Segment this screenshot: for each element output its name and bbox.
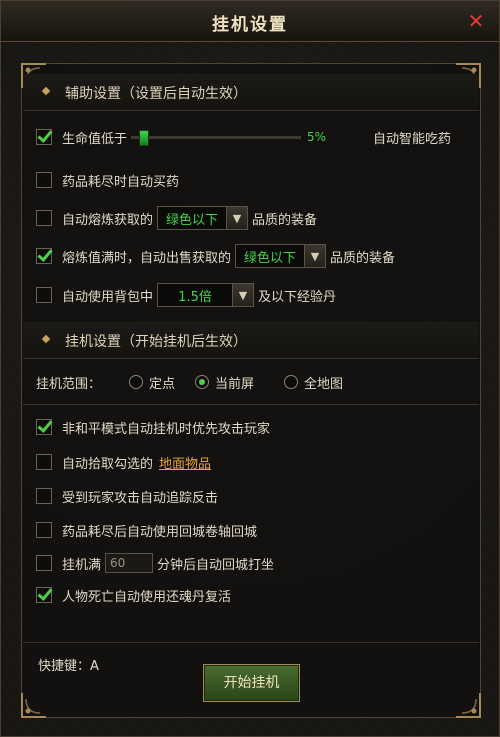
diamond-bullet-icon bbox=[41, 334, 51, 344]
settings-panel: 辅助设置（设置后自动生效） 生命值低于 5% 自动智能吃药 药品耗尽时自动买药 … bbox=[21, 63, 481, 718]
slider-thumb[interactable] bbox=[139, 130, 150, 146]
auto-revive-row: 人物死亡自动使用还魂丹复活 bbox=[36, 583, 231, 607]
idle-section-header: 挂机设置（开始挂机后生效） bbox=[23, 322, 479, 359]
auto-pickup-checkbox[interactable] bbox=[36, 454, 52, 470]
idle-minutes-input[interactable]: 60 bbox=[105, 553, 154, 573]
range-radio-map[interactable] bbox=[284, 375, 299, 389]
auto-sell-checkbox[interactable] bbox=[36, 248, 52, 264]
slider-track bbox=[131, 136, 302, 139]
range-option-map[interactable]: 全地图 bbox=[304, 373, 343, 392]
sell-quality-dropdown[interactable]: 绿色以下 ▼ bbox=[235, 244, 327, 268]
counter-attack-checkbox[interactable] bbox=[36, 488, 52, 504]
exp-pill-label: 自动使用背包中 bbox=[62, 289, 154, 305]
exp-multiplier-dropdown[interactable]: 1.5倍 ▼ bbox=[157, 283, 255, 307]
start-idle-button[interactable]: 开始挂机 bbox=[203, 664, 300, 702]
hp-threshold-slider[interactable] bbox=[131, 130, 302, 146]
range-radio-screen[interactable] bbox=[195, 375, 210, 389]
corner-ornament-icon bbox=[454, 691, 482, 719]
auto-refine-row: 自动熔炼获取的 绿色以下 ▼ 品质的装备 bbox=[36, 206, 317, 230]
auto-refine-label: 自动熔炼获取的 bbox=[62, 212, 154, 228]
auto-potion-label: 自动智能吃药 bbox=[373, 131, 452, 147]
hp-threshold-row: 生命值低于 5% 自动智能吃药 bbox=[36, 125, 451, 149]
auto-revive-label: 人物死亡自动使用还魂丹复活 bbox=[62, 589, 232, 605]
buy-potion-label: 药品耗尽时自动买药 bbox=[62, 174, 180, 190]
close-button[interactable]: ✕ bbox=[465, 10, 487, 32]
auto-sell-label: 熔炼值满时，自动出售获取的 bbox=[62, 250, 232, 266]
window-title: 挂机设置 bbox=[212, 15, 288, 35]
range-option-screen[interactable]: 当前屏 bbox=[215, 373, 254, 392]
refine-quality-value: 绿色以下 bbox=[166, 212, 219, 228]
idle-timer-suffix: 分钟后自动回城打坐 bbox=[157, 557, 275, 573]
sell-quality-value: 绿色以下 bbox=[244, 250, 297, 266]
idle-range-label: 挂机范围： bbox=[36, 376, 102, 392]
pvp-priority-row: 非和平模式自动挂机时优先攻击玩家 bbox=[36, 415, 270, 439]
sell-quality-suffix: 品质的装备 bbox=[330, 250, 396, 266]
return-scroll-checkbox[interactable] bbox=[36, 522, 52, 538]
divider bbox=[23, 404, 479, 405]
title-bar[interactable]: 挂机设置 ✕ bbox=[1, 1, 499, 42]
idle-settings-window: 挂机设置 ✕ 辅助设置（设置后自动生效） 生命值低于 5% 自动智能吃药 药品耗… bbox=[0, 0, 500, 737]
idle-timer-checkbox[interactable] bbox=[36, 555, 52, 571]
auto-revive-checkbox[interactable] bbox=[36, 587, 52, 603]
idle-timer-prefix: 挂机满 bbox=[62, 557, 102, 573]
auto-pickup-label: 自动拾取勾选的 bbox=[62, 456, 154, 472]
buy-potion-checkbox[interactable] bbox=[36, 172, 52, 188]
ground-items-link[interactable]: 地面物品 bbox=[159, 453, 211, 472]
counter-attack-label: 受到玩家攻击自动追踪反击 bbox=[62, 490, 219, 506]
divider bbox=[23, 642, 479, 643]
idle-section-title: 挂机设置（开始挂机后生效） bbox=[65, 334, 247, 350]
hp-threshold-percent: 5% bbox=[307, 130, 327, 144]
exp-pill-suffix: 及以下经验丹 bbox=[258, 289, 337, 305]
assist-section-title: 辅助设置（设置后自动生效） bbox=[65, 86, 247, 102]
exp-multiplier-value: 1.5倍 bbox=[178, 289, 212, 305]
idle-range-row: 挂机范围： 定点 当前屏 全地图 bbox=[36, 370, 343, 394]
chevron-down-icon[interactable]: ▼ bbox=[226, 207, 248, 229]
corner-ornament-icon bbox=[20, 691, 48, 719]
diamond-bullet-icon bbox=[41, 86, 51, 96]
auto-pickup-row: 自动拾取勾选的 地面物品 bbox=[36, 450, 211, 474]
hp-threshold-label: 生命值低于 bbox=[62, 131, 128, 147]
pvp-priority-checkbox[interactable] bbox=[36, 419, 52, 435]
pvp-priority-label: 非和平模式自动挂机时优先攻击玩家 bbox=[62, 421, 271, 437]
auto-sell-row: 熔炼值满时，自动出售获取的 绿色以下 ▼ 品质的装备 bbox=[36, 244, 395, 268]
chevron-down-icon[interactable]: ▼ bbox=[304, 245, 326, 267]
idle-timer-row: 挂机满 60 分钟后自动回城打坐 bbox=[36, 551, 274, 575]
assist-section-header: 辅助设置（设置后自动生效） bbox=[23, 74, 479, 111]
refine-quality-suffix: 品质的装备 bbox=[252, 212, 318, 228]
counter-attack-row: 受到玩家攻击自动追踪反击 bbox=[36, 484, 218, 508]
refine-quality-dropdown[interactable]: 绿色以下 ▼ bbox=[157, 206, 249, 230]
range-radio-fixed[interactable] bbox=[129, 375, 144, 389]
hp-threshold-checkbox[interactable] bbox=[36, 129, 52, 145]
range-option-fixed[interactable]: 定点 bbox=[149, 373, 175, 392]
exp-pill-checkbox[interactable] bbox=[36, 287, 52, 303]
hotkey-label: 快捷键：A bbox=[38, 659, 99, 674]
return-scroll-label: 药品耗尽后自动使用回城卷轴回城 bbox=[62, 524, 258, 540]
buy-potion-row: 药品耗尽时自动买药 bbox=[36, 168, 179, 192]
chevron-down-icon[interactable]: ▼ bbox=[232, 284, 254, 306]
auto-refine-checkbox[interactable] bbox=[36, 210, 52, 226]
exp-pill-row: 自动使用背包中 1.5倍 ▼ 及以下经验丹 bbox=[36, 283, 336, 307]
return-scroll-row: 药品耗尽后自动使用回城卷轴回城 bbox=[36, 518, 257, 542]
